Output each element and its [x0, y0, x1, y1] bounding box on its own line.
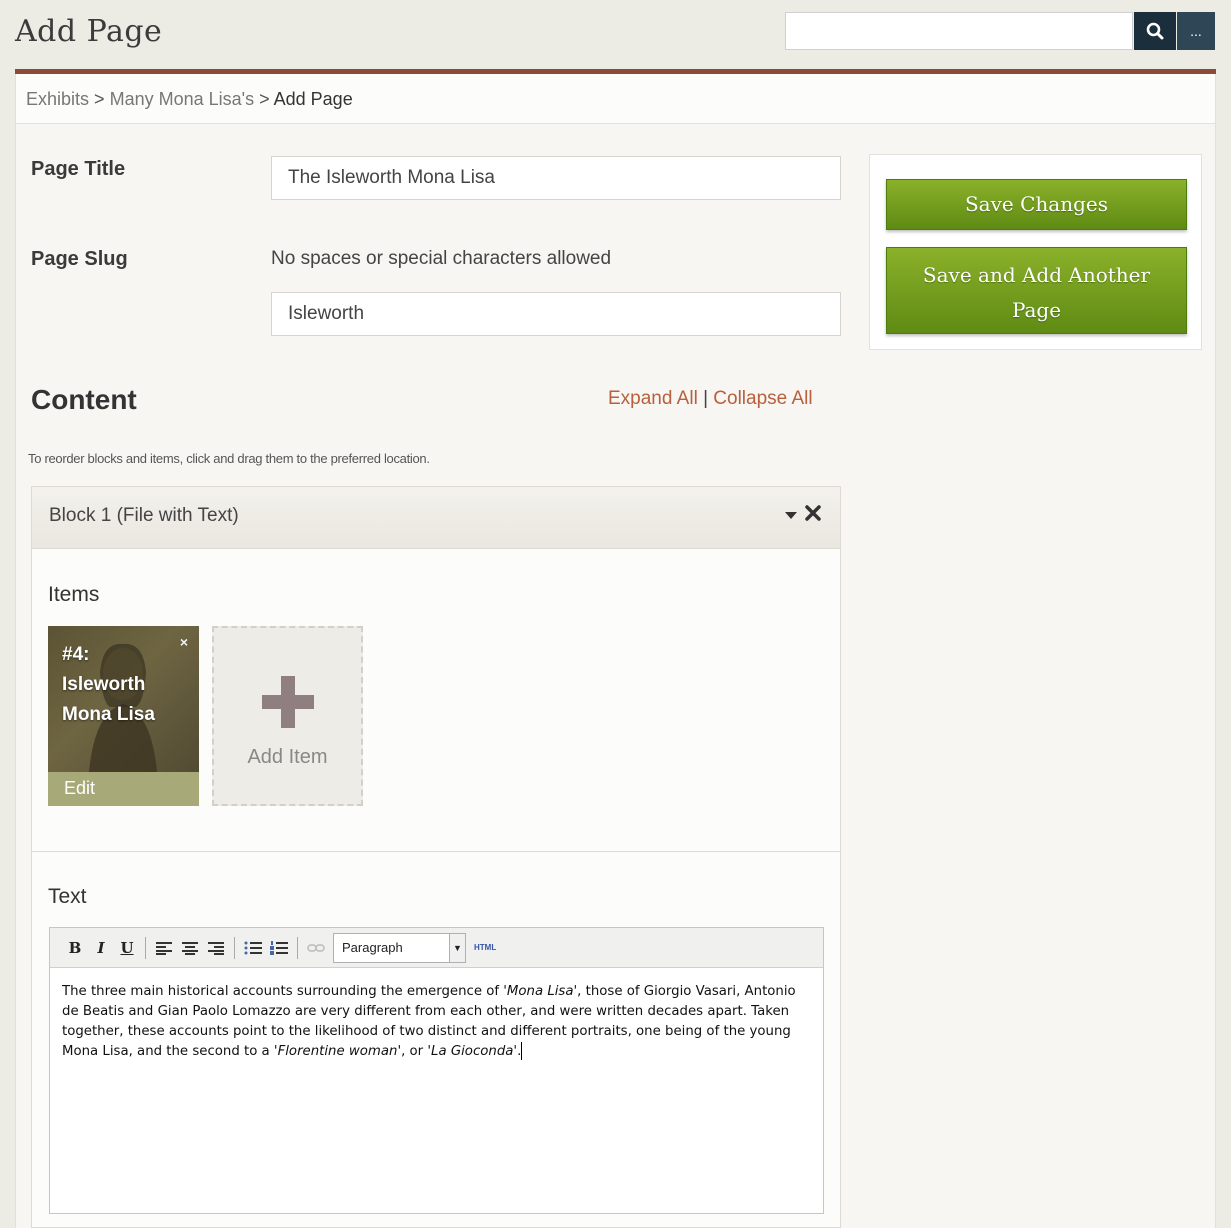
align-left-button[interactable]	[151, 935, 177, 961]
page-slug-input[interactable]: Isleworth	[271, 292, 841, 336]
breadcrumb-exhibits[interactable]: Exhibits	[26, 89, 89, 109]
align-right-button[interactable]	[203, 935, 229, 961]
item-name-line1: Isleworth	[62, 674, 146, 695]
breadcrumb-separator: >	[94, 89, 105, 109]
item-number: #4:	[62, 644, 90, 665]
toolbar-separator	[145, 936, 146, 959]
advanced-search-button[interactable]: ...	[1177, 12, 1215, 50]
block-divider	[32, 851, 840, 852]
underline-button[interactable]: U	[114, 935, 140, 961]
editor-text: '.	[513, 1044, 522, 1059]
align-left-icon	[156, 941, 172, 955]
editor-text-italic: La Gioconda	[431, 1044, 514, 1059]
item-title: #4: Isleworth Mona Lisa	[62, 640, 182, 730]
bullet-list-button[interactable]	[240, 935, 266, 961]
align-center-icon	[182, 941, 198, 955]
chevron-down-icon: ▼	[449, 933, 465, 962]
editor-text-italic: Florentine woman	[277, 1044, 398, 1059]
save-changes-button[interactable]: Save Changes	[886, 179, 1187, 230]
format-select-value: Paragraph	[342, 940, 403, 955]
numbered-list-button[interactable]	[266, 935, 292, 961]
items-heading: Items	[48, 583, 100, 606]
breadcrumb: Exhibits > Many Mona Lisa's > Add Page	[16, 74, 1215, 124]
editor-text-italic: Mona Lisa	[506, 984, 574, 999]
numbered-list-icon	[270, 940, 288, 955]
content-heading: Content	[31, 384, 137, 415]
block-title: Block 1 (File with Text)	[49, 505, 239, 526]
main-content: Exhibits > Many Mona Lisa's > Add Page P…	[15, 74, 1216, 1228]
link-separator: |	[703, 388, 709, 409]
text-cursor	[521, 1042, 523, 1060]
item-name-line2: Mona Lisa	[62, 704, 155, 725]
search-icon	[1146, 22, 1164, 40]
breadcrumb-current: Add Page	[273, 89, 353, 109]
page-title-input[interactable]: The Isleworth Mona Lisa	[271, 156, 841, 200]
collapse-block-button[interactable]	[784, 507, 798, 525]
bold-button[interactable]: B	[62, 935, 88, 961]
link-button[interactable]	[303, 935, 329, 961]
editor-text: ', or '	[397, 1044, 432, 1059]
remove-item-button[interactable]: ×	[180, 634, 188, 650]
page-title: Add Page	[15, 14, 163, 49]
content-block[interactable]: Block 1 (File with Text) Items #4: Islew…	[31, 486, 841, 1228]
item-card[interactable]: #4: Isleworth Mona Lisa × Edit	[48, 626, 199, 806]
breadcrumb-separator: >	[259, 89, 270, 109]
expand-collapse-links: Expand All | Collapse All	[608, 388, 813, 410]
add-item-label: Add Item	[247, 746, 328, 768]
plus-icon	[262, 676, 314, 728]
block-header[interactable]: Block 1 (File with Text)	[32, 487, 840, 549]
search-button[interactable]	[1134, 12, 1176, 50]
toolbar-separator	[297, 936, 298, 959]
expand-all-link[interactable]: Expand All	[608, 388, 698, 409]
save-add-label-line2: Page	[1011, 298, 1062, 322]
save-add-label-line1: Save and Add Another	[922, 263, 1151, 287]
rich-text-editor[interactable]: B I U Paragraph ▼ HTML The three main hi…	[49, 927, 824, 1214]
breadcrumb-exhibit[interactable]: Many Mona Lisa's	[110, 89, 255, 109]
italic-button[interactable]: I	[88, 935, 114, 961]
editor-toolbar: B I U Paragraph ▼ HTML	[50, 928, 823, 968]
search-input[interactable]	[785, 12, 1133, 50]
page-title-value: The Isleworth Mona Lisa	[288, 167, 495, 188]
page-slug-hint: No spaces or special characters allowed	[271, 248, 612, 269]
editor-body[interactable]: The three main historical accounts surro…	[50, 968, 823, 1214]
add-item-button[interactable]: Add Item	[212, 626, 363, 806]
toolbar-separator	[234, 936, 235, 959]
align-center-button[interactable]	[177, 935, 203, 961]
page-slug-value: Isleworth	[288, 303, 365, 324]
align-right-icon	[208, 941, 224, 955]
caret-down-icon	[785, 512, 797, 519]
page-slug-label: Page Slug	[31, 248, 128, 270]
reorder-hint: To reorder blocks and items, click and d…	[28, 451, 430, 466]
html-source-button[interactable]: HTML	[474, 943, 496, 952]
bullet-list-icon	[244, 941, 262, 954]
remove-block-button[interactable]	[804, 503, 822, 528]
link-icon	[307, 943, 325, 952]
editor-text: The three main historical accounts surro…	[62, 984, 507, 999]
close-icon	[805, 505, 821, 521]
page-title-label: Page Title	[31, 158, 126, 180]
collapse-all-link[interactable]: Collapse All	[713, 388, 812, 409]
actions-panel: Save Changes Save and Add Another Page	[869, 154, 1202, 350]
format-select[interactable]: Paragraph ▼	[333, 932, 466, 963]
edit-item-link[interactable]: Edit	[48, 772, 199, 806]
text-heading: Text	[48, 885, 87, 908]
save-add-another-button[interactable]: Save and Add Another Page	[886, 247, 1187, 334]
